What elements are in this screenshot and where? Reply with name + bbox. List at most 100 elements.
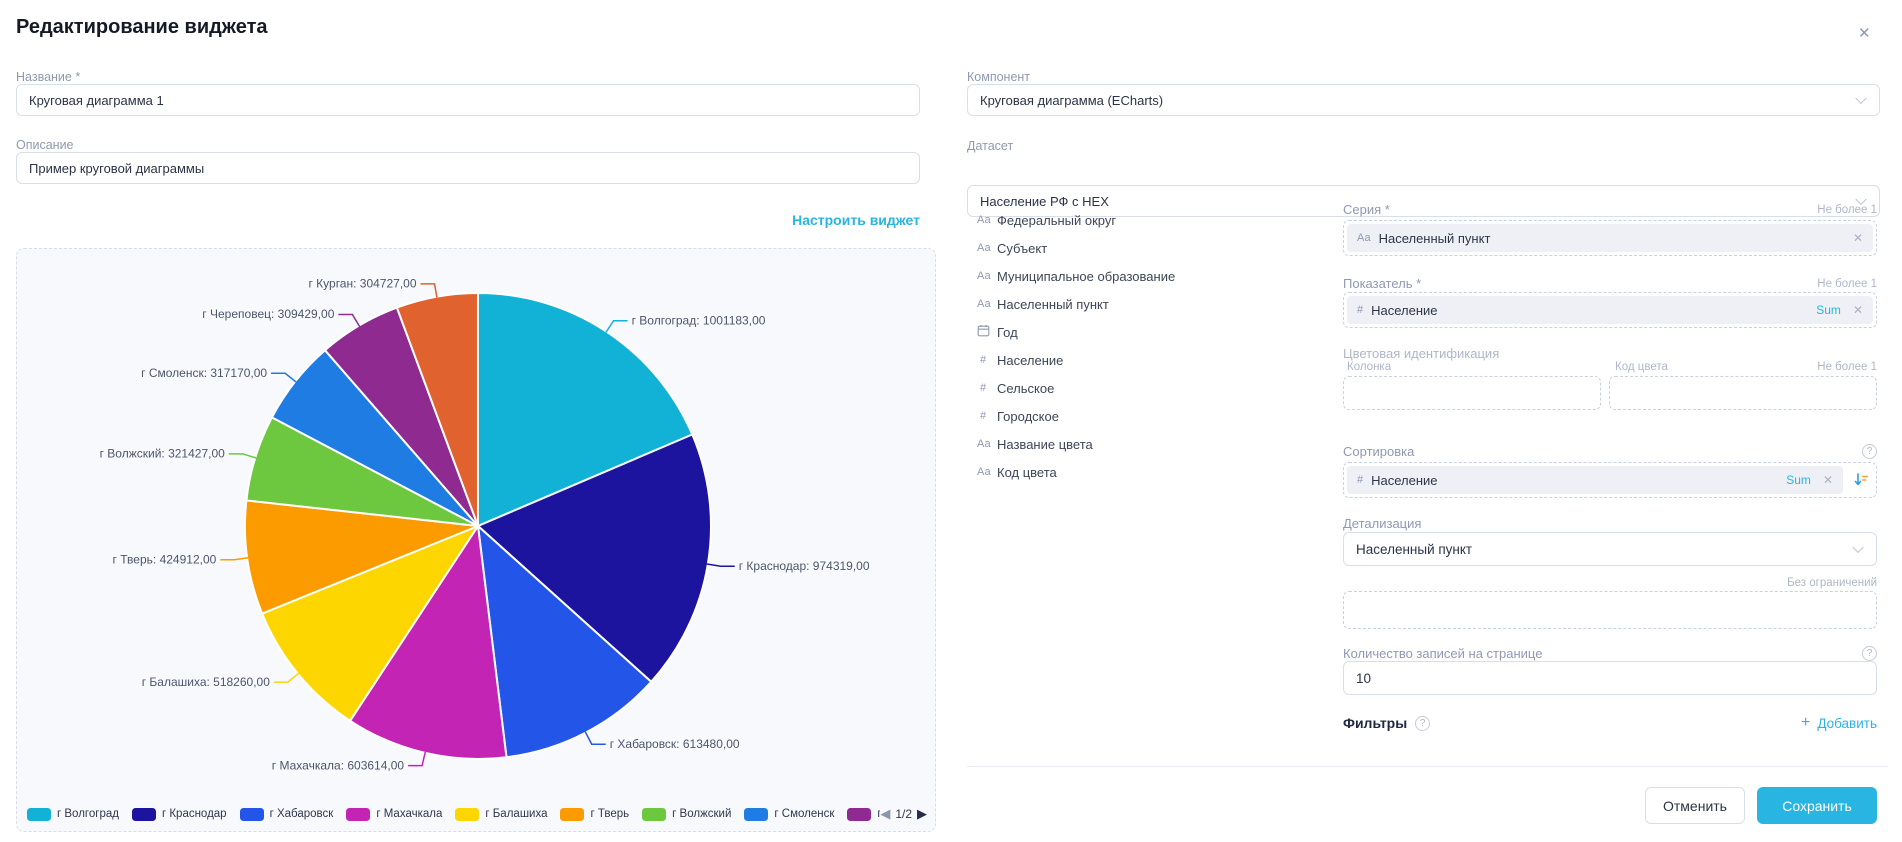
- measure-chip[interactable]: # Население Sum ✕: [1347, 296, 1873, 324]
- legend-label: г Махачкала: [376, 808, 442, 820]
- sorting-dropzone[interactable]: # Население Sum ✕: [1343, 462, 1877, 498]
- color-column-label: Колонка: [1347, 361, 1391, 373]
- dataset-field[interactable]: АаНазвание цвета: [977, 430, 1317, 458]
- filters-label: Фильтры: [1343, 715, 1407, 731]
- legend-label: г Тверь: [590, 808, 629, 820]
- description-label: Описание: [16, 138, 74, 152]
- color-ident-limit: Не более 1: [1817, 361, 1877, 373]
- pie-slice-label: г Смоленск: 317170,00: [141, 366, 267, 380]
- text-type-icon: Аа: [977, 214, 997, 226]
- dataset-field[interactable]: #Городское: [977, 402, 1317, 430]
- help-icon[interactable]: ?: [1415, 716, 1430, 731]
- legend-swatch: [560, 808, 584, 821]
- add-filter-button[interactable]: + Добавить: [1801, 714, 1877, 732]
- component-select[interactable]: Круговая диаграмма (ECharts): [967, 84, 1880, 116]
- description-input[interactable]: [16, 152, 920, 184]
- legend-page-indicator: 1/2: [895, 807, 912, 821]
- number-type-icon: #: [1357, 304, 1363, 316]
- chip-remove-icon[interactable]: ✕: [1853, 231, 1863, 245]
- page-size-input[interactable]: [1343, 661, 1877, 695]
- text-type-icon: Аа: [977, 466, 997, 478]
- widget-controls: Серия * Не более 1 Аа Населенный пункт ✕…: [1343, 196, 1877, 766]
- legend-swatch: [642, 808, 666, 821]
- pie-chart: г Волгоград: 1001183,00г Краснодар: 9743…: [17, 249, 937, 809]
- dataset-field[interactable]: #Население: [977, 346, 1317, 374]
- pie-slice-label: г Краснодар: 974319,00: [739, 559, 870, 573]
- series-chip[interactable]: Аа Населенный пункт ✕: [1347, 224, 1873, 252]
- sorting-chip-label: Население: [1371, 473, 1786, 488]
- pie-label-line: [220, 558, 248, 560]
- detail-select[interactable]: Населенный пункт: [1343, 532, 1877, 566]
- pie-label-line: [274, 673, 299, 682]
- color-column-dropzone[interactable]: [1343, 376, 1601, 410]
- help-icon[interactable]: ?: [1862, 444, 1877, 459]
- legend-swatch: [455, 808, 479, 821]
- save-button[interactable]: Сохранить: [1757, 787, 1877, 824]
- pie-slice-label: г Курган: 304727,00: [308, 277, 416, 291]
- legend-item[interactable]: г Тверь: [560, 808, 629, 821]
- pie-label-line: [271, 373, 296, 382]
- legend-items: г Волгоград г Краснодар г Хабаровск г Махач…: [27, 808, 880, 821]
- sorting-label: Сортировка: [1343, 444, 1414, 459]
- legend-item[interactable]: г Ч: [847, 808, 880, 821]
- number-type-icon: #: [1357, 474, 1363, 486]
- chip-remove-icon[interactable]: ✕: [1823, 473, 1833, 487]
- dataset-field-label: Субъект: [997, 241, 1047, 256]
- dataset-field-label: Федеральный округ: [997, 213, 1116, 228]
- detail-value: Населенный пункт: [1356, 542, 1472, 557]
- legend-item[interactable]: г Хабаровск: [240, 808, 334, 821]
- color-code-dropzone[interactable]: [1609, 376, 1877, 410]
- dataset-field[interactable]: Год: [977, 318, 1317, 346]
- dataset-field-label: Населенный пункт: [997, 297, 1109, 312]
- dataset-field[interactable]: #Сельское: [977, 374, 1317, 402]
- legend-next-icon[interactable]: ▶: [917, 806, 927, 822]
- name-input[interactable]: [16, 84, 920, 116]
- number-type-icon: #: [977, 354, 997, 366]
- legend-item[interactable]: г Смоленск: [744, 808, 834, 821]
- legend-swatch: [27, 808, 51, 821]
- pie-label-line: [585, 732, 606, 745]
- chip-remove-icon[interactable]: ✕: [1853, 303, 1863, 317]
- name-label: Название *: [16, 70, 80, 84]
- series-dropzone[interactable]: Аа Населенный пункт ✕: [1343, 220, 1877, 256]
- aggregation-tag[interactable]: Sum: [1786, 473, 1811, 487]
- measure-chip-label: Население: [1371, 303, 1816, 318]
- no-limit-label: Без ограничений: [1343, 577, 1877, 589]
- dataset-field[interactable]: АаФедеральный округ: [977, 206, 1317, 234]
- legend-item[interactable]: г Краснодар: [132, 808, 227, 821]
- legend-label: г Волжский: [672, 808, 731, 820]
- dataset-field[interactable]: АаКод цвета: [977, 458, 1317, 486]
- sort-direction-icon[interactable]: [1849, 467, 1873, 493]
- dataset-fields-list: АаФедеральный округАаСубъектАаМуниципаль…: [977, 206, 1317, 486]
- legend-prev-icon[interactable]: ◀: [880, 806, 890, 822]
- pie-label-line: [606, 321, 628, 333]
- pie-label-line: [408, 752, 425, 766]
- pie-label-line: [229, 454, 256, 458]
- dataset-field[interactable]: АаСубъект: [977, 234, 1317, 262]
- legend-label: г Волгоград: [57, 808, 119, 820]
- cancel-button[interactable]: Отменить: [1645, 787, 1745, 824]
- legend-label: г Хабаровск: [270, 808, 334, 820]
- legend-item[interactable]: г Волгоград: [27, 808, 119, 821]
- legend-item[interactable]: г Волжский: [642, 808, 731, 821]
- legend-item[interactable]: г Балашиха: [455, 808, 547, 821]
- aggregation-tag[interactable]: Sum: [1816, 303, 1841, 317]
- help-icon[interactable]: ?: [1862, 646, 1877, 661]
- series-label: Серия *: [1343, 202, 1390, 217]
- legend-swatch: [132, 808, 156, 821]
- configure-widget-link[interactable]: Настроить виджет: [792, 212, 920, 228]
- dataset-field[interactable]: АаНаселенный пункт: [977, 290, 1317, 318]
- legend-swatch: [240, 808, 264, 821]
- dataset-field-label: Городское: [997, 409, 1059, 424]
- dataset-field[interactable]: АаМуниципальное образование: [977, 262, 1317, 290]
- legend-item[interactable]: г Махачкала: [346, 808, 442, 821]
- pie-slice-label: г Тверь: 424912,00: [113, 552, 217, 566]
- pie-label-line: [338, 315, 359, 327]
- legend-label: г Балашиха: [485, 808, 547, 820]
- pie-slice-label: г Волжский: 321427,00: [100, 447, 226, 461]
- extra-dropzone[interactable]: [1343, 591, 1877, 629]
- close-icon[interactable]: ✕: [1858, 24, 1871, 42]
- component-value: Круговая диаграмма (ECharts): [980, 93, 1163, 108]
- sorting-chip[interactable]: # Население Sum ✕: [1347, 466, 1843, 494]
- measure-dropzone[interactable]: # Население Sum ✕: [1343, 292, 1877, 328]
